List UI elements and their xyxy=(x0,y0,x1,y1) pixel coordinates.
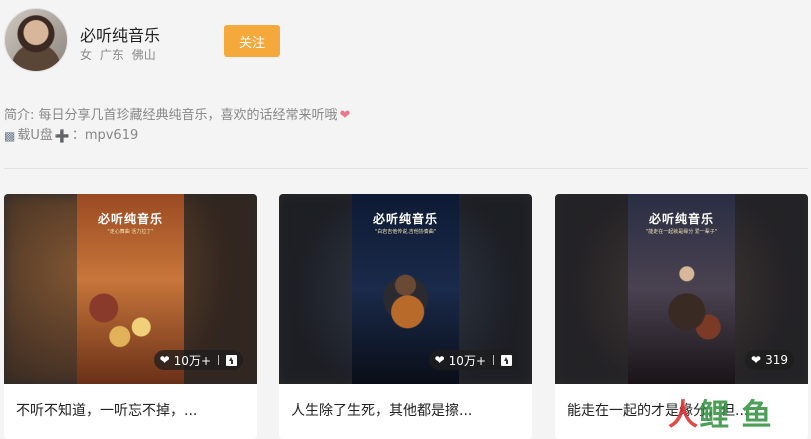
video-caption[interactable]: 不听不知道，一听忘不掉，... xyxy=(16,400,197,420)
video-stats: ❤ 10万+ xyxy=(428,350,518,370)
plus-icon: ➕ xyxy=(54,129,70,143)
stats-separator xyxy=(493,355,494,365)
bio-line-1: 简介: 每日分享几首珍藏经典纯音乐，喜欢的话经常来听哦 xyxy=(4,108,338,123)
video-card[interactable]: 必听纯音乐 "走心舞曲 活力拉丁" ❤ 10万+ 不听不知道，一听忘不掉，... xyxy=(4,194,257,439)
video-card[interactable]: 必听纯音乐 "白岩吉他传说,吉他协奏曲" ❤ 10万+ 人生除了生死，其他都是擦… xyxy=(279,194,532,439)
heart-icon: ❤ xyxy=(434,353,445,367)
profile-city: 佛山 xyxy=(131,48,156,62)
heart-icon: ❤ xyxy=(339,108,351,123)
profile-meta: 女 广东 佛山 xyxy=(80,46,160,63)
poster-title: 必听纯音乐 xyxy=(648,212,714,226)
like-count: 10万+ xyxy=(173,353,211,368)
heart-icon: ❤ xyxy=(751,353,762,367)
share-icon[interactable] xyxy=(226,354,237,366)
poster-image: 必听纯音乐 "能走在一起就是缘分 爱一辈子" xyxy=(628,194,735,384)
watermark-logo: 人鲤 鱼 xyxy=(668,390,772,434)
follow-button[interactable]: 关注 xyxy=(224,25,280,57)
video-caption[interactable]: 人生除了生死，其他都是擦... xyxy=(291,400,472,420)
watermark-part-2: 鲤 鱼 xyxy=(699,398,773,433)
video-stats: ❤ 319 xyxy=(745,350,794,370)
like-count: 319 xyxy=(765,353,788,367)
poster-subtitle: "白岩吉他传说,吉他协奏曲" xyxy=(374,229,437,235)
profile-bio: 简介: 每日分享几首珍藏经典纯音乐，喜欢的话经常来听哦 ❤ ▩ 载U盘 ➕ ：m… xyxy=(4,106,350,146)
like-count: 10万+ xyxy=(448,353,486,368)
divider xyxy=(4,168,808,169)
profile-name: 必听纯音乐 xyxy=(80,26,161,45)
video-thumbnail[interactable]: 必听纯音乐 "能走在一起就是缘分 爱一辈子" ❤ 319 xyxy=(555,194,808,384)
poster-title: 必听纯音乐 xyxy=(372,212,438,226)
avatar[interactable] xyxy=(4,8,68,72)
video-thumbnail[interactable]: 必听纯音乐 "白岩吉他传说,吉他协奏曲" ❤ 10万+ xyxy=(279,194,532,384)
stats-separator xyxy=(218,355,219,365)
car-icon: ▩ xyxy=(4,129,16,143)
video-stats: ❤ 10万+ xyxy=(153,350,243,370)
profile-header: 必听纯音乐 女 广东 佛山 关注 xyxy=(4,8,804,78)
poster-subtitle: "能走在一起就是缘分 爱一辈子" xyxy=(645,229,718,235)
watermark-part-1: 人 xyxy=(668,398,699,433)
poster-subtitle: "走心舞曲 活力拉丁" xyxy=(107,229,154,235)
video-thumbnail[interactable]: 必听纯音乐 "走心舞曲 活力拉丁" ❤ 10万+ xyxy=(4,194,257,384)
heart-icon: ❤ xyxy=(159,353,170,367)
poster-title: 必听纯音乐 xyxy=(97,212,163,226)
share-icon[interactable] xyxy=(501,354,512,366)
profile-province: 广东 xyxy=(99,48,124,62)
bio-line-2-text: 载U盘 xyxy=(17,128,53,143)
profile-gender: 女 xyxy=(80,48,93,62)
bio-line-2-id: ：mpv619 xyxy=(71,128,139,143)
